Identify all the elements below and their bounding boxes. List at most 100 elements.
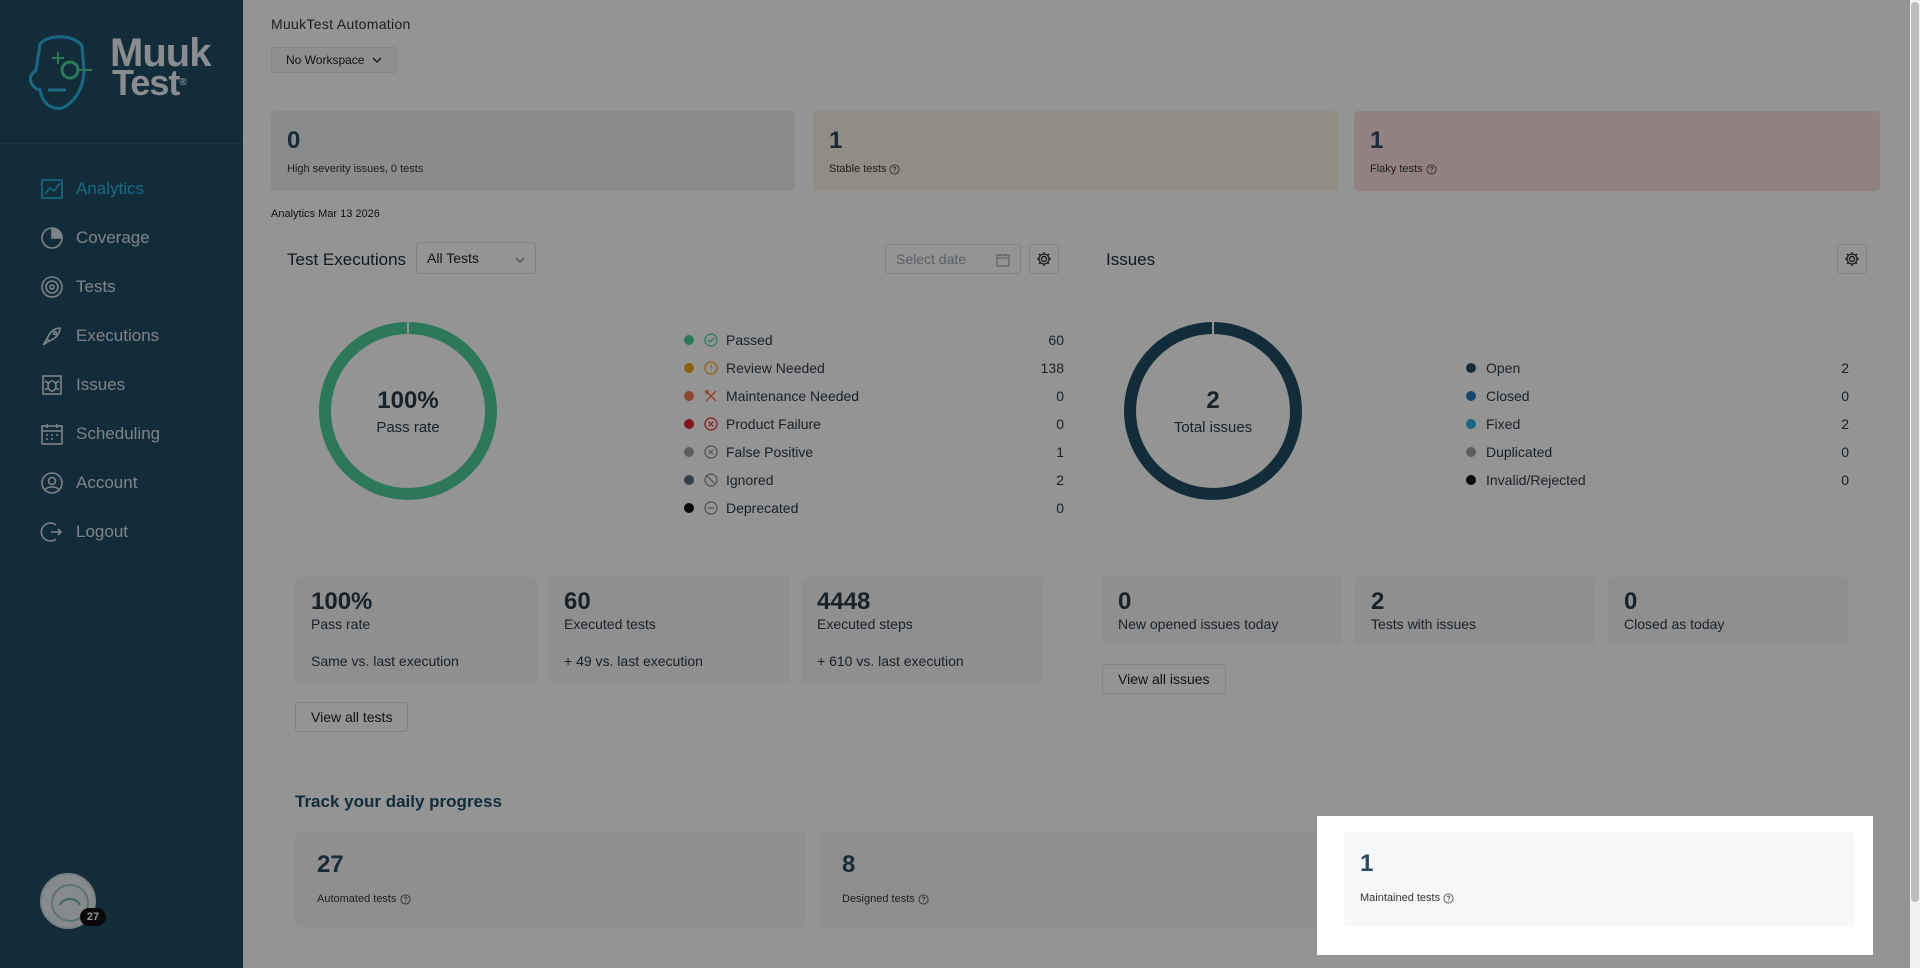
designed-tests-count: 8 (842, 851, 856, 878)
project-name: MuukTest Automation (271, 16, 411, 32)
deprecated-icon (704, 501, 718, 515)
executed-steps-metric-card: 4448 Executed steps + 610 vs. last execu… (801, 577, 1043, 683)
legend-value: 2 (1841, 416, 1849, 432)
legend-label: Deprecated (726, 500, 799, 516)
sidebar-item-tests[interactable]: Tests (0, 262, 243, 311)
sidebar-item-label: Issues (76, 374, 126, 394)
analytics-icon (40, 177, 64, 201)
date-picker-input[interactable]: Select date (885, 244, 1021, 274)
false-positive-icon (704, 445, 718, 459)
metric-label: Tests with issues (1371, 616, 1477, 632)
test-filter-value: All Tests (427, 250, 479, 266)
user-icon (40, 471, 64, 495)
view-all-issues-button[interactable]: View all issues (1102, 664, 1226, 694)
legend-label: Open (1486, 360, 1521, 376)
legend-dot (684, 503, 694, 513)
legend-dot (684, 391, 694, 401)
muuktest-logo[interactable]: Muuk Test® (18, 26, 228, 118)
date-placeholder: Select date (896, 251, 967, 267)
legend-value: 138 (1040, 360, 1064, 376)
pass-rate-donut: 100% Pass rate (315, 318, 501, 504)
legend-review-needed[interactable]: Review Needed 138 (684, 354, 1064, 382)
clock-icon (704, 361, 718, 375)
logout-icon (40, 520, 64, 544)
scrollbar-thumb[interactable] (1911, 2, 1919, 902)
legend-duplicated[interactable]: Duplicated 0 (1466, 438, 1849, 466)
sidebar-item-issues[interactable]: Issues (0, 360, 243, 409)
legend-value: 0 (1841, 444, 1849, 460)
sidebar-nav: Analytics Coverage Tests Executions Issu… (0, 164, 243, 556)
automated-tests-label: Automated tests (317, 893, 784, 905)
sidebar-item-coverage[interactable]: Coverage (0, 213, 243, 262)
flaky-tests-label: Flaky tests (1370, 163, 1864, 175)
legend-deprecated[interactable]: Deprecated 0 (684, 494, 1064, 522)
sidebar-item-executions[interactable]: Executions (0, 311, 243, 360)
maintained-tests-label: Maintained tests (1360, 892, 1838, 904)
sidebar-item-scheduling[interactable]: Scheduling (0, 409, 243, 458)
executions-settings-button[interactable] (1029, 244, 1059, 274)
legend-passed[interactable]: Passed 60 (684, 326, 1064, 354)
metric-label: Pass rate (311, 616, 371, 632)
gear-icon (1845, 252, 1859, 266)
legend-maintenance-needed[interactable]: Maintenance Needed 0 (684, 382, 1064, 410)
legend-fixed[interactable]: Fixed 2 (1466, 410, 1849, 438)
legend-label: Review Needed (726, 360, 825, 376)
high-severity-count: 0 (287, 127, 301, 154)
flaky-tests-card: 1 Flaky tests (1354, 111, 1880, 191)
legend-label: Closed (1486, 388, 1530, 404)
help-icon[interactable] (918, 893, 929, 905)
metric-label: Executed tests (564, 616, 656, 632)
logo-text: Muuk Test® (110, 33, 211, 101)
designed-tests-card: 8 Designed tests (820, 831, 1332, 927)
pass-rate-center: 100% Pass rate (315, 318, 501, 504)
legend-invalid-rejected[interactable]: Invalid/Rejected 0 (1466, 466, 1849, 494)
metric-number: 4448 (817, 588, 871, 615)
gear-icon (1037, 252, 1051, 266)
legend-dot (684, 335, 694, 345)
metric-number: 2 (1371, 588, 1385, 615)
rocket-icon (40, 324, 64, 348)
issues-settings-button[interactable] (1837, 244, 1867, 274)
high-severity-card: 0 High severity issues, 0 tests (271, 111, 795, 191)
analytics-date: Analytics Mar 13 2026 (271, 208, 380, 220)
legend-dot (684, 419, 694, 429)
legend-open[interactable]: Open 2 (1466, 354, 1849, 382)
sidebar-item-logout[interactable]: Logout (0, 507, 243, 556)
logo-divider (0, 143, 243, 144)
legend-label: Duplicated (1486, 444, 1553, 460)
help-icon[interactable] (399, 893, 411, 905)
notification-badge: 27 (80, 908, 106, 926)
help-icon[interactable] (1443, 892, 1454, 904)
workspace-dropdown[interactable]: No Workspace (271, 47, 398, 73)
tools-icon (704, 389, 718, 403)
legend-label: Passed (726, 332, 773, 348)
legend-product-failure[interactable]: Product Failure 0 (684, 410, 1064, 438)
automated-tests-count: 27 (317, 851, 344, 878)
total-issues-caption: Total issues (1173, 418, 1253, 436)
sidebar-item-account[interactable]: Account (0, 458, 243, 507)
automated-tests-card: 27 Automated tests (295, 831, 806, 927)
view-all-tests-button[interactable]: View all tests (295, 702, 409, 732)
pass-rate-value: 100% (377, 386, 439, 414)
legend-dot (684, 363, 694, 373)
help-icon[interactable] (889, 163, 901, 175)
maintained-tests-card[interactable]: 1 Maintained tests (1344, 832, 1854, 926)
legend-ignored[interactable]: Ignored 2 (684, 466, 1064, 494)
legend-value: 0 (1841, 388, 1849, 404)
issues-donut: 2 Total issues (1120, 318, 1306, 504)
workspace-label: No Workspace (286, 53, 365, 67)
metric-comparison: + 49 vs. last execution (564, 653, 703, 669)
sidebar-item-analytics[interactable]: Analytics (0, 164, 243, 213)
legend-label: Maintenance Needed (726, 388, 860, 404)
test-executions-panel: Test Executions All Tests Select date 10… (271, 238, 1073, 758)
legend-value: 1 (1056, 444, 1064, 460)
legend-label: False Positive (726, 444, 814, 460)
high-severity-label: High severity issues, 0 tests (287, 163, 424, 175)
legend-value: 0 (1056, 416, 1064, 432)
sidebar-item-label: Coverage (76, 227, 150, 247)
legend-value: 60 (1048, 332, 1064, 348)
help-icon[interactable] (1426, 163, 1437, 175)
test-filter-select[interactable]: All Tests (416, 242, 536, 274)
legend-closed[interactable]: Closed 0 (1466, 382, 1849, 410)
legend-false-positive[interactable]: False Positive 1 (684, 438, 1064, 466)
